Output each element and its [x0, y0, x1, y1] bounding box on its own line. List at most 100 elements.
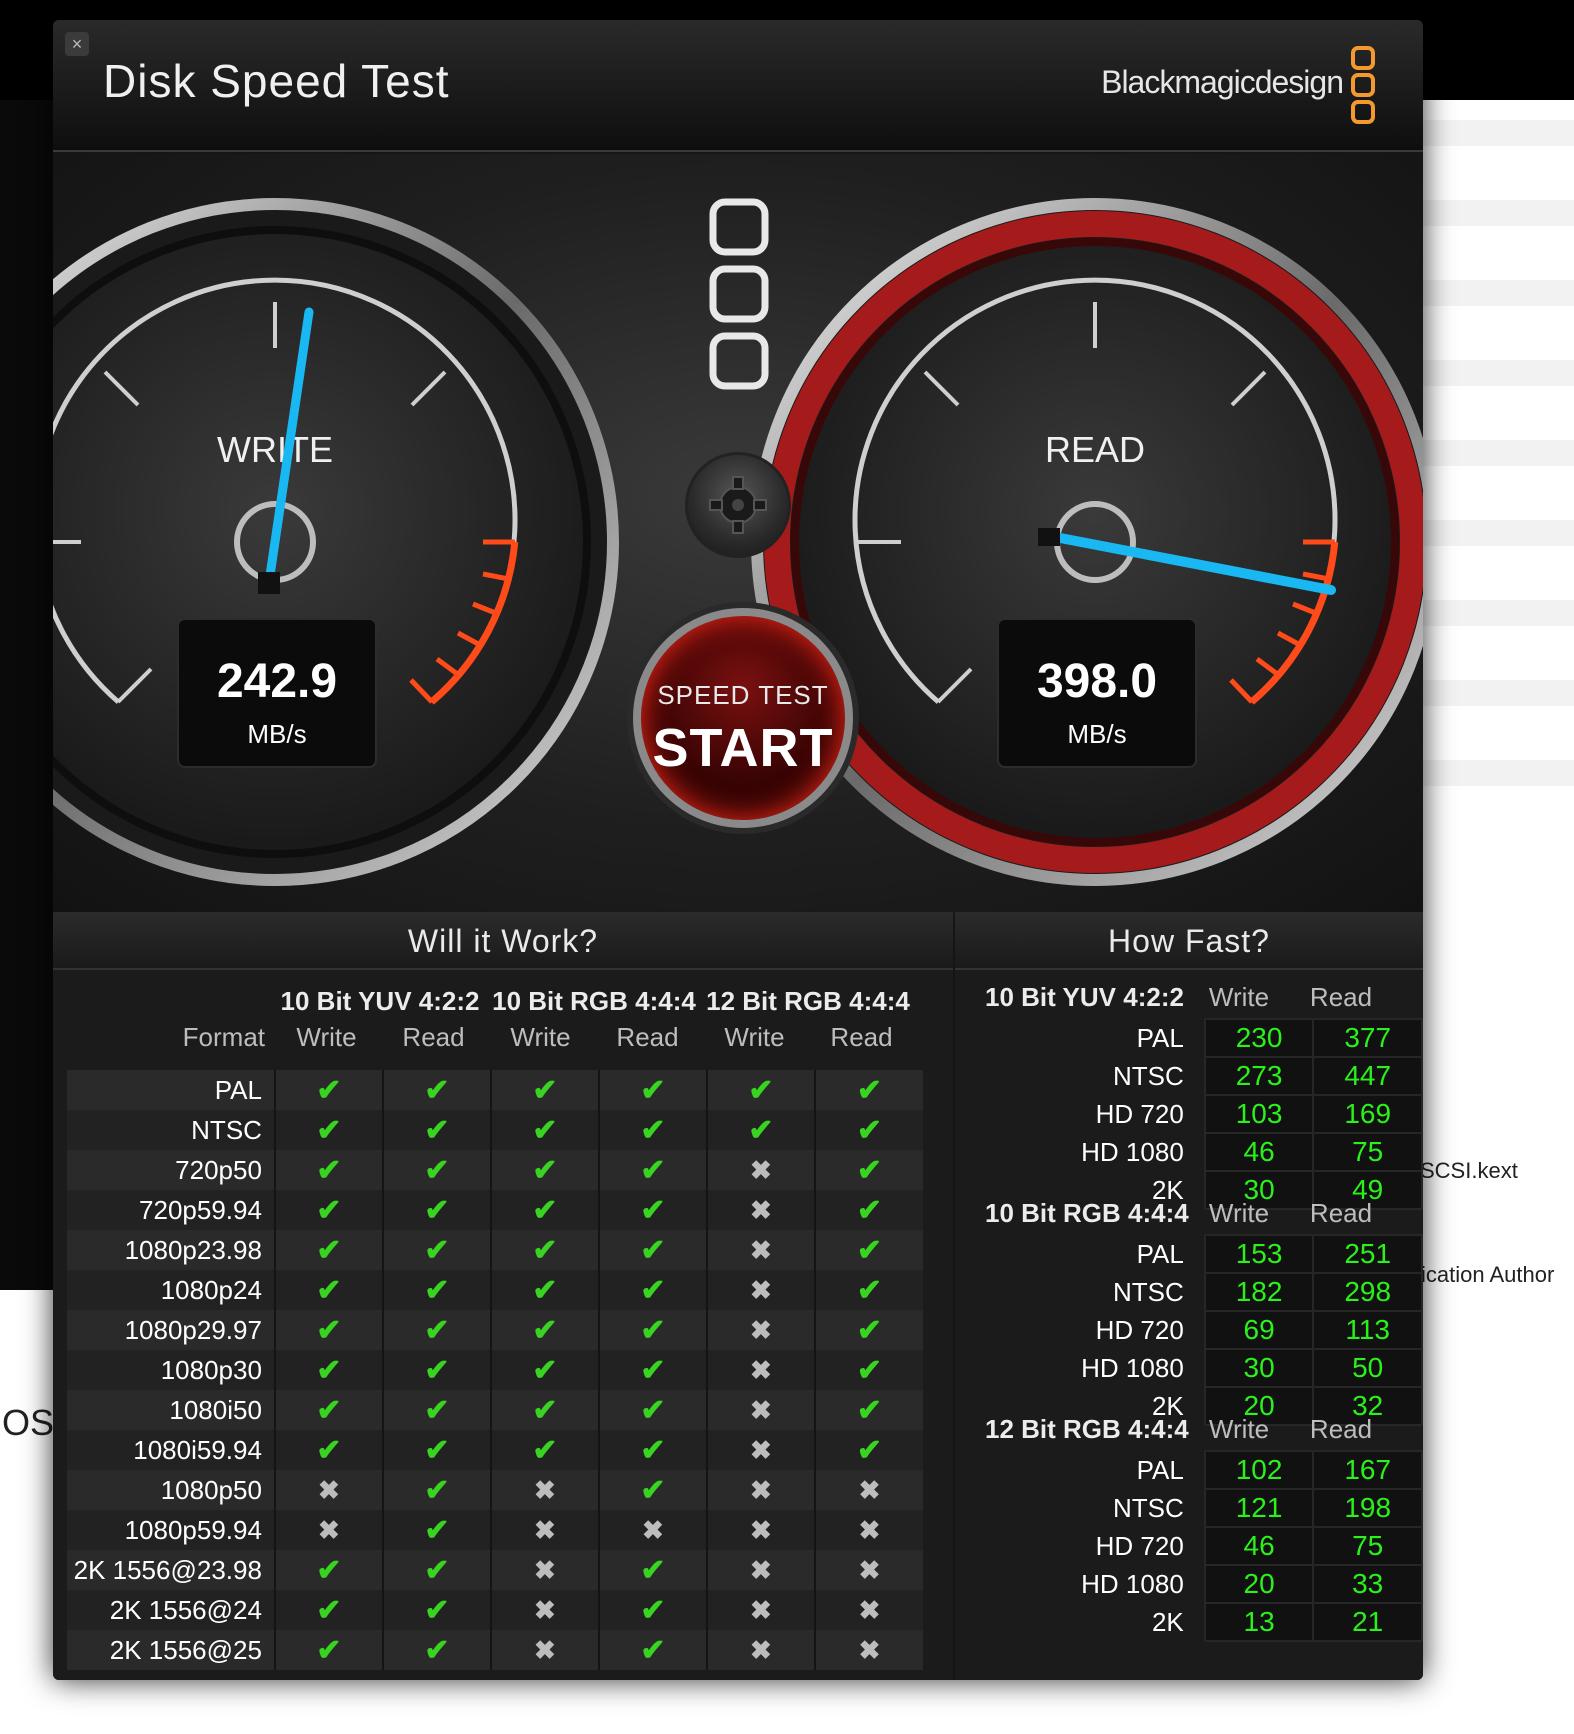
close-button[interactable]: ×: [65, 32, 89, 56]
sub-header: Write: [724, 1022, 785, 1052]
format-label: HD 720: [1095, 1098, 1184, 1129]
write-speed: 153: [1203, 1234, 1315, 1274]
format-label: 1080p30: [67, 1350, 275, 1390]
write-speed: 13: [1203, 1602, 1315, 1642]
cross-icon: ✖: [813, 1590, 923, 1630]
checkmark-icon: ✔: [813, 1430, 923, 1470]
write-unit: MB/s: [247, 719, 307, 749]
start-button-label: START: [652, 718, 834, 778]
table-row: 2K 1556@24 ✔ ✔ ✖ ✔ ✖ ✖: [67, 1590, 923, 1630]
format-label: 720p50: [67, 1150, 275, 1190]
read-speed: 167: [1312, 1450, 1423, 1490]
checkmark-icon: ✔: [381, 1510, 491, 1550]
cross-icon: ✖: [489, 1590, 599, 1630]
write-readout: 242.9 MB/s: [177, 618, 377, 768]
checkmark-icon: ✔: [489, 1230, 599, 1270]
group-header: 10 Bit RGB 4:4:4: [492, 986, 696, 1016]
checkmark-icon: ✔: [381, 1310, 491, 1350]
read-speed: 198: [1312, 1488, 1423, 1528]
how-fast-title: How Fast?: [955, 912, 1423, 970]
checkmark-icon: ✔: [381, 1590, 491, 1630]
cross-icon: ✖: [705, 1350, 815, 1390]
cross-icon: ✖: [705, 1190, 815, 1230]
checkmark-icon: ✔: [597, 1070, 707, 1110]
read-value: 398.0: [1036, 655, 1158, 708]
checkmark-icon: ✔: [381, 1550, 491, 1590]
app-title: Disk Speed Test: [103, 55, 450, 107]
write-header: Write: [1208, 1198, 1270, 1228]
cross-icon: ✖: [813, 1630, 923, 1670]
cross-icon: ✖: [705, 1630, 815, 1670]
format-label: 1080p23.98: [67, 1230, 275, 1270]
checkmark-icon: ✔: [489, 1430, 599, 1470]
checkmark-icon: ✔: [381, 1070, 491, 1110]
checkmark-icon: ✔: [597, 1190, 707, 1230]
write-header: Write: [1208, 1414, 1270, 1444]
cross-icon: ✖: [705, 1230, 815, 1270]
table-row: NTSC 121 198: [955, 1488, 1423, 1528]
group-header: 12 Bit RGB 4:4:4: [706, 986, 910, 1016]
checkmark-icon: ✔: [273, 1190, 383, 1230]
cross-icon: ✖: [705, 1550, 815, 1590]
read-speed: 21: [1312, 1602, 1423, 1642]
checkmark-icon: ✔: [597, 1630, 707, 1670]
table-row: HD 1080 20 33: [955, 1564, 1423, 1604]
title-bar: × Disk Speed Test Blackmagicdesign: [53, 20, 1423, 152]
read-speed: 447: [1312, 1056, 1423, 1096]
center-logo-icon: [709, 198, 769, 390]
group-header: 10 Bit YUV 4:2:2: [280, 986, 480, 1016]
checkmark-icon: ✔: [273, 1110, 383, 1150]
checkmark-icon: ✔: [597, 1390, 707, 1430]
table-row: 2K 1556@23.98 ✔ ✔ ✖ ✔ ✖ ✖: [67, 1550, 923, 1590]
read-speed: 377: [1312, 1018, 1423, 1058]
will-it-work-panel: Will it Work? Format 10 Bit YUV 4:2:2 10…: [53, 912, 953, 1680]
format-label: 1080p24: [67, 1270, 275, 1310]
read-gauge-label: READ: [1045, 429, 1145, 470]
format-label: 1080p29.97: [67, 1310, 275, 1350]
checkmark-icon: ✔: [489, 1150, 599, 1190]
format-label: 1080p59.94: [67, 1510, 275, 1550]
write-speed: 20: [1203, 1564, 1315, 1604]
how-fast-section: 12 Bit RGB 4:4:4 Write Read PAL 102 167 NTSC 12…: [955, 1410, 1423, 1642]
format-label: 1080i50: [67, 1390, 275, 1430]
format-label: NTSC: [1113, 1060, 1184, 1091]
group-header: 10 Bit RGB 4:4:4: [985, 1198, 1189, 1228]
background-text: SCSI.kext: [1420, 1158, 1518, 1183]
cross-icon: ✖: [489, 1470, 599, 1510]
write-speed: 230: [1203, 1018, 1315, 1058]
how-fast-section-header: 12 Bit RGB 4:4:4 Write Read: [955, 1410, 1423, 1450]
checkmark-icon: ✔: [489, 1110, 599, 1150]
table-row: NTSC 273 447: [955, 1056, 1423, 1096]
background-window-bottom: [0, 1680, 1574, 1734]
start-speed-test-button[interactable]: SPEED TEST START: [633, 608, 853, 828]
read-speed: 75: [1312, 1526, 1423, 1566]
checkmark-icon: ✔: [813, 1270, 923, 1310]
read-speed: 251: [1312, 1234, 1423, 1274]
format-label: PAL: [1136, 1238, 1184, 1269]
format-label: NTSC: [1113, 1492, 1184, 1523]
table-row: HD 720 103 169: [955, 1094, 1423, 1134]
table-row: PAL ✔ ✔ ✔ ✔ ✔ ✔: [67, 1070, 923, 1110]
checkmark-icon: ✔: [273, 1390, 383, 1430]
settings-button[interactable]: [685, 452, 791, 558]
cross-icon: ✖: [813, 1510, 923, 1550]
table-row: 1080p30 ✔ ✔ ✔ ✔ ✖ ✔: [67, 1350, 923, 1390]
read-gauge: READ: [751, 198, 1423, 886]
will-it-work-table: PAL ✔ ✔ ✔ ✔ ✔ ✔ NTSC ✔ ✔ ✔ ✔ ✔ ✔ 720p50 ✔ ✔ ✔ ✔ ✖ ✔ 720p59.94…: [67, 1070, 923, 1670]
start-button-sublabel: SPEED TEST: [657, 680, 829, 710]
checkmark-icon: ✔: [489, 1310, 599, 1350]
checkmark-icon: ✔: [381, 1270, 491, 1310]
cross-icon: ✖: [273, 1470, 383, 1510]
checkmark-icon: ✔: [489, 1270, 599, 1310]
table-row: 2K 13 21: [955, 1602, 1423, 1642]
checkmark-icon: ✔: [597, 1110, 707, 1150]
table-row: 1080p59.94 ✖ ✔ ✖ ✖ ✖ ✖: [67, 1510, 923, 1550]
write-gauge: WRITE: [53, 198, 619, 886]
cross-icon: ✖: [705, 1150, 815, 1190]
checkmark-icon: ✔: [273, 1350, 383, 1390]
table-row: HD 1080 46 75: [955, 1132, 1423, 1172]
checkmark-icon: ✔: [381, 1430, 491, 1470]
write-speed: 69: [1203, 1310, 1315, 1350]
checkmark-icon: ✔: [381, 1470, 491, 1510]
format-label: 2K: [1151, 1606, 1184, 1637]
